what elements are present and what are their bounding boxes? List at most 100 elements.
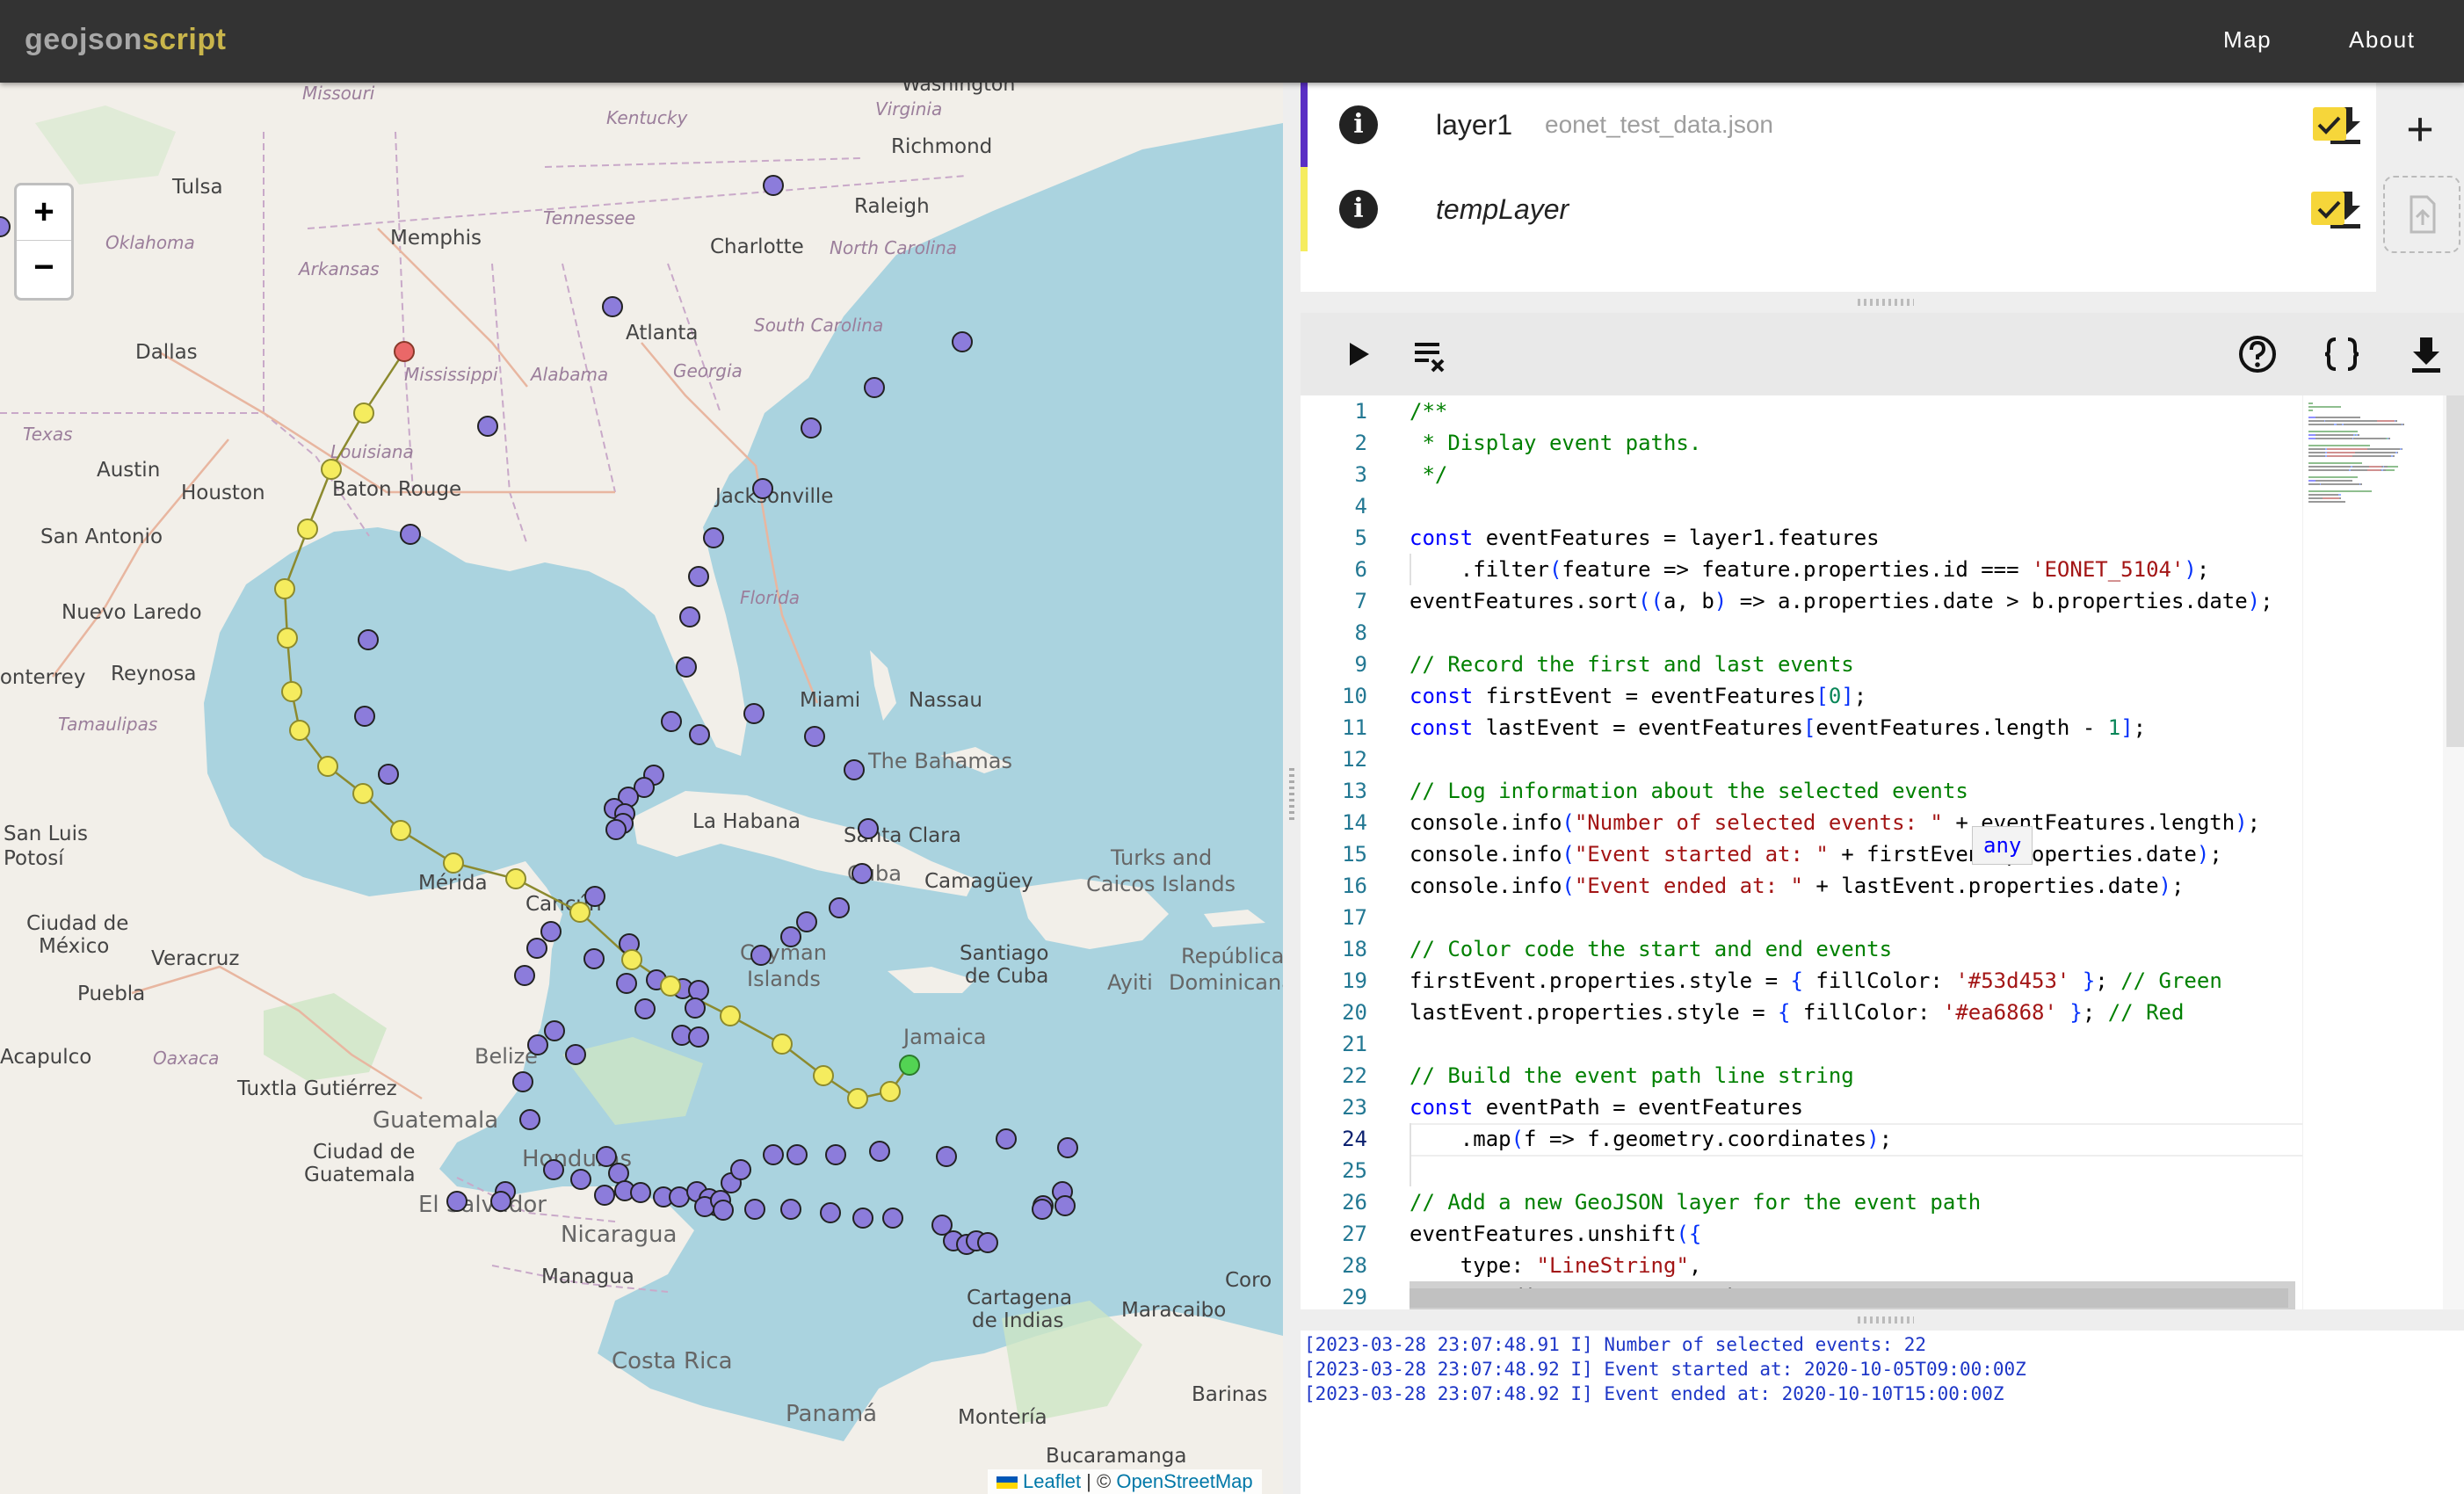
event-point-marker[interactable]: [353, 403, 374, 424]
event-point-marker[interactable]: [847, 1088, 868, 1109]
feature-point-marker[interactable]: [570, 1169, 591, 1190]
feature-point-marker[interactable]: [526, 938, 547, 959]
code-line[interactable]: 3 */: [1301, 459, 2302, 490]
feature-point-marker[interactable]: [1054, 1195, 1076, 1216]
leaflet-link[interactable]: Leaflet: [1023, 1470, 1081, 1492]
clear-console-icon[interactable]: [1408, 332, 1452, 376]
code-line[interactable]: 15 console.info("Event started at: " + fi…: [1301, 838, 2302, 870]
feature-point-marker[interactable]: [565, 1044, 586, 1065]
feature-point-marker[interactable]: [977, 1232, 998, 1253]
code-line[interactable]: 9 // Record the first and last events: [1301, 649, 2302, 680]
event-point-marker[interactable]: [569, 902, 591, 923]
feature-point-marker[interactable]: [780, 1199, 801, 1220]
feature-point-marker[interactable]: [786, 1144, 808, 1165]
feature-point-marker[interactable]: [527, 1034, 548, 1055]
editor-minimap[interactable]: [2302, 395, 2444, 1309]
code-line[interactable]: 20 lastEvent.properties.style = { fillCol…: [1301, 997, 2302, 1028]
event-point-marker[interactable]: [281, 681, 302, 702]
feature-point-marker[interactable]: [936, 1146, 957, 1167]
code-line[interactable]: 22 // Build the event path line string: [1301, 1060, 2302, 1091]
feature-point-marker[interactable]: [780, 926, 801, 947]
horizontal-splitter[interactable]: [1301, 1309, 2464, 1331]
code-line[interactable]: 21: [1301, 1028, 2302, 1060]
feature-point-marker[interactable]: [869, 1141, 890, 1162]
code-line[interactable]: 11 const lastEvent = eventFeatures[eventF…: [1301, 712, 2302, 743]
feature-point-marker[interactable]: [540, 921, 562, 942]
feature-point-marker[interactable]: [689, 724, 710, 745]
code-editor[interactable]: 1/** 2 * Display event paths. 3 */4 5 const …: [1301, 395, 2302, 1309]
feature-point-marker[interactable]: [752, 478, 773, 499]
feature-point-marker[interactable]: [743, 703, 765, 724]
event-point-marker[interactable]: [321, 459, 342, 480]
upload-file-button[interactable]: [2383, 176, 2460, 253]
code-line[interactable]: 27 eventFeatures.unshift({: [1301, 1218, 2302, 1250]
layer-name[interactable]: layer1: [1436, 109, 1512, 141]
feature-point-marker[interactable]: [713, 1200, 734, 1221]
code-line[interactable]: 7 eventFeatures.sort((a, b) => a.properti…: [1301, 585, 2302, 617]
code-line[interactable]: 5 const eventFeatures = layer1.features: [1301, 522, 2302, 554]
feature-point-marker[interactable]: [852, 1208, 873, 1229]
code-line[interactable]: 18 // Color code the start and end events: [1301, 933, 2302, 965]
feature-point-marker[interactable]: [1032, 1199, 1053, 1220]
zoom-in-button[interactable]: +: [17, 185, 71, 241]
add-layer-button[interactable]: +: [2397, 105, 2443, 153]
code-line[interactable]: 8: [1301, 617, 2302, 649]
event-point-marker[interactable]: [813, 1065, 834, 1086]
feature-point-marker[interactable]: [688, 566, 709, 587]
event-point-marker[interactable]: [772, 1033, 793, 1055]
code-line[interactable]: 28 type: "LineString",: [1301, 1250, 2302, 1281]
feature-point-marker[interactable]: [608, 1163, 629, 1184]
feature-point-marker[interactable]: [703, 527, 724, 548]
run-play-icon[interactable]: [1336, 332, 1380, 376]
event-point-marker[interactable]: [289, 720, 310, 741]
feature-point-marker[interactable]: [543, 1159, 564, 1180]
event-point-marker[interactable]: [352, 783, 373, 804]
event-point-marker[interactable]: [621, 949, 642, 970]
horizontal-splitter[interactable]: [1301, 292, 2464, 313]
feature-point-marker[interactable]: [661, 711, 682, 732]
code-line[interactable]: 4: [1301, 490, 2302, 522]
code-line[interactable]: 6 .filter(feature => feature.properties.…: [1301, 554, 2302, 585]
code-line[interactable]: 10 const firstEvent = eventFeatures[0];: [1301, 680, 2302, 712]
event-point-marker[interactable]: [660, 975, 681, 997]
download-script-icon[interactable]: [2404, 332, 2448, 376]
feature-point-marker[interactable]: [605, 819, 627, 840]
feature-point-marker[interactable]: [602, 296, 623, 317]
feature-point-marker[interactable]: [477, 416, 498, 437]
feature-point-marker[interactable]: [820, 1202, 841, 1223]
code-line[interactable]: 17: [1301, 902, 2302, 933]
format-code-braces-icon[interactable]: [2320, 332, 2364, 376]
feature-point-marker[interactable]: [669, 1186, 690, 1208]
event-point-marker[interactable]: [505, 868, 526, 889]
feature-point-marker[interactable]: [358, 629, 379, 650]
geojson-overlay[interactable]: [0, 83, 1283, 1494]
feature-point-marker[interactable]: [763, 175, 784, 196]
code-line[interactable]: 26 // Add a new GeoJSON layer for the eve…: [1301, 1186, 2302, 1218]
feature-point-marker[interactable]: [446, 1191, 467, 1212]
feature-point-marker[interactable]: [596, 1146, 617, 1167]
nav-about-link[interactable]: About: [2349, 26, 2415, 54]
event-point-marker[interactable]: [880, 1081, 901, 1102]
feature-point-marker[interactable]: [400, 524, 421, 545]
event-point-marker[interactable]: [720, 1005, 741, 1026]
feature-point-marker[interactable]: [583, 948, 605, 969]
feature-point-marker[interactable]: [796, 911, 817, 932]
code-line[interactable]: 13 // Log information about the selected …: [1301, 775, 2302, 807]
feature-point-marker[interactable]: [882, 1208, 903, 1229]
event-point-marker[interactable]: [297, 519, 318, 540]
feature-point-marker[interactable]: [996, 1128, 1017, 1150]
event-point-marker[interactable]: [277, 627, 298, 649]
feature-point-marker[interactable]: [952, 331, 973, 352]
code-line[interactable]: 12: [1301, 743, 2302, 775]
feature-point-marker[interactable]: [544, 1020, 565, 1041]
info-icon[interactable]: i: [1339, 190, 1378, 228]
feature-point-marker[interactable]: [744, 1199, 765, 1220]
event-end-marker[interactable]: [394, 341, 415, 362]
code-line[interactable]: 19 firstEvent.properties.style = { fillCo…: [1301, 965, 2302, 997]
feature-point-marker[interactable]: [750, 945, 772, 966]
feature-point-marker[interactable]: [801, 417, 822, 439]
feature-point-marker[interactable]: [634, 998, 656, 1019]
code-line[interactable]: 14 console.info("Number of selected event…: [1301, 807, 2302, 838]
code-line[interactable]: 2 * Display event paths.: [1301, 427, 2302, 459]
feature-point-marker[interactable]: [829, 897, 850, 918]
